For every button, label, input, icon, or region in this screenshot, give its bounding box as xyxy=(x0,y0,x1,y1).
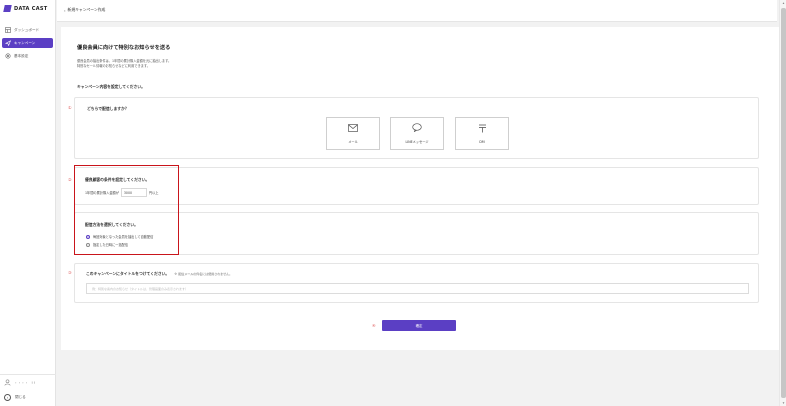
sidebar-divider xyxy=(0,374,56,375)
sidebar-item-dashboard[interactable]: ダッシュボード xyxy=(2,25,53,35)
top-bar: ‹ 新規キャンペーン作成 xyxy=(57,0,777,22)
sidebar-item-label: ダッシュボード xyxy=(14,27,40,32)
campaign-icon xyxy=(5,40,11,46)
chevron-left-icon: ‹ xyxy=(64,7,66,13)
sidebar-item-settings[interactable]: 基本設定 xyxy=(2,51,53,61)
option-label: LINEメッセージ xyxy=(405,140,429,144)
step-number-2: ② xyxy=(68,177,72,182)
sidebar-item-label: キャンペーン xyxy=(14,40,36,45)
page-title: 優良会員に向けて特別なお知らせを送る xyxy=(77,45,171,51)
page-scrollbar[interactable]: ▴ ▾ xyxy=(779,0,786,406)
delivery-channel-card: どちらで配信しますか？ メール LINEメッセージ DM xyxy=(74,97,759,159)
sidebar: DATA CAST ダッシュボード キャンペーン 基本設定 ・・・・ ! ! ‹… xyxy=(0,0,56,406)
user-menu[interactable]: ・・・・ ! ! xyxy=(4,379,35,387)
back-label: 新規キャンペーン作成 xyxy=(67,7,106,12)
user-name: ・・・・ xyxy=(14,380,29,385)
sidebar-item-label: 基本設定 xyxy=(14,53,29,58)
confirm-button[interactable]: 確定 xyxy=(382,320,456,331)
step-number-4: ④ xyxy=(372,323,376,328)
chat-bubble-icon xyxy=(412,123,422,134)
option-mail[interactable]: メール xyxy=(326,117,380,150)
logo-mark-icon xyxy=(3,5,12,12)
scroll-thumb[interactable] xyxy=(781,8,786,398)
sidebar-item-campaign[interactable]: キャンペーン xyxy=(2,38,53,48)
avatar-icon xyxy=(4,379,11,387)
page-description: 優良会員の抽出条件は、1年間の累計購入金額を元に抽出します。 特別なセール情報の… xyxy=(77,59,171,69)
brand-name: DATA CAST xyxy=(14,5,48,12)
close-label: 閉じる xyxy=(15,395,26,399)
postal-icon xyxy=(478,124,487,135)
brand-logo[interactable]: DATA CAST xyxy=(3,5,48,12)
gear-icon xyxy=(5,53,11,59)
option-line-message[interactable]: LINEメッセージ xyxy=(390,117,444,150)
user-suffix: ! ! xyxy=(31,381,36,385)
close-sidebar-button[interactable]: ‹ 閉じる xyxy=(4,394,26,401)
description-line: 特別なセール情報のお知らせなどに利用できます。 xyxy=(77,64,150,68)
back-link[interactable]: ‹ 新規キャンペーン作成 xyxy=(64,7,105,13)
main-panel: 優良会員に向けて特別なお知らせを送る 優良会員の抽出条件は、1年間の累計購入金額… xyxy=(61,27,779,350)
delivery-channel-question: どちらで配信しますか？ xyxy=(87,106,129,111)
option-label: DM xyxy=(479,139,485,144)
section-label: キャンペーン内容を設定してください。 xyxy=(77,84,145,89)
mail-icon xyxy=(348,123,358,134)
campaign-title-input[interactable]: 例：特別な案内のお知らせ（タイトルは、管理画面のみ表示されます） xyxy=(86,283,749,294)
scroll-up-icon[interactable]: ▴ xyxy=(780,0,786,6)
dashboard-icon xyxy=(5,27,11,33)
step-number-1: ① xyxy=(68,105,72,110)
highlight-box xyxy=(74,165,179,255)
title-question-text: このキャンペーンにタイトルをつけてください。 xyxy=(86,271,170,276)
title-input-placeholder: 例：特別な案内のお知らせ（タイトルは、管理画面のみ表示されます） xyxy=(92,286,188,291)
title-question: このキャンペーンにタイトルをつけてください。 ※ 配信メールの件名には使用されませ… xyxy=(86,271,232,277)
title-note: ※ 配信メールの件名には使用されません。 xyxy=(174,272,233,276)
step-number-3: ③ xyxy=(68,270,72,275)
option-label: メール xyxy=(348,139,358,144)
option-dm[interactable]: DM xyxy=(455,117,509,150)
scroll-down-icon[interactable]: ▾ xyxy=(780,400,786,406)
chevron-left-icon: ‹ xyxy=(4,394,11,401)
